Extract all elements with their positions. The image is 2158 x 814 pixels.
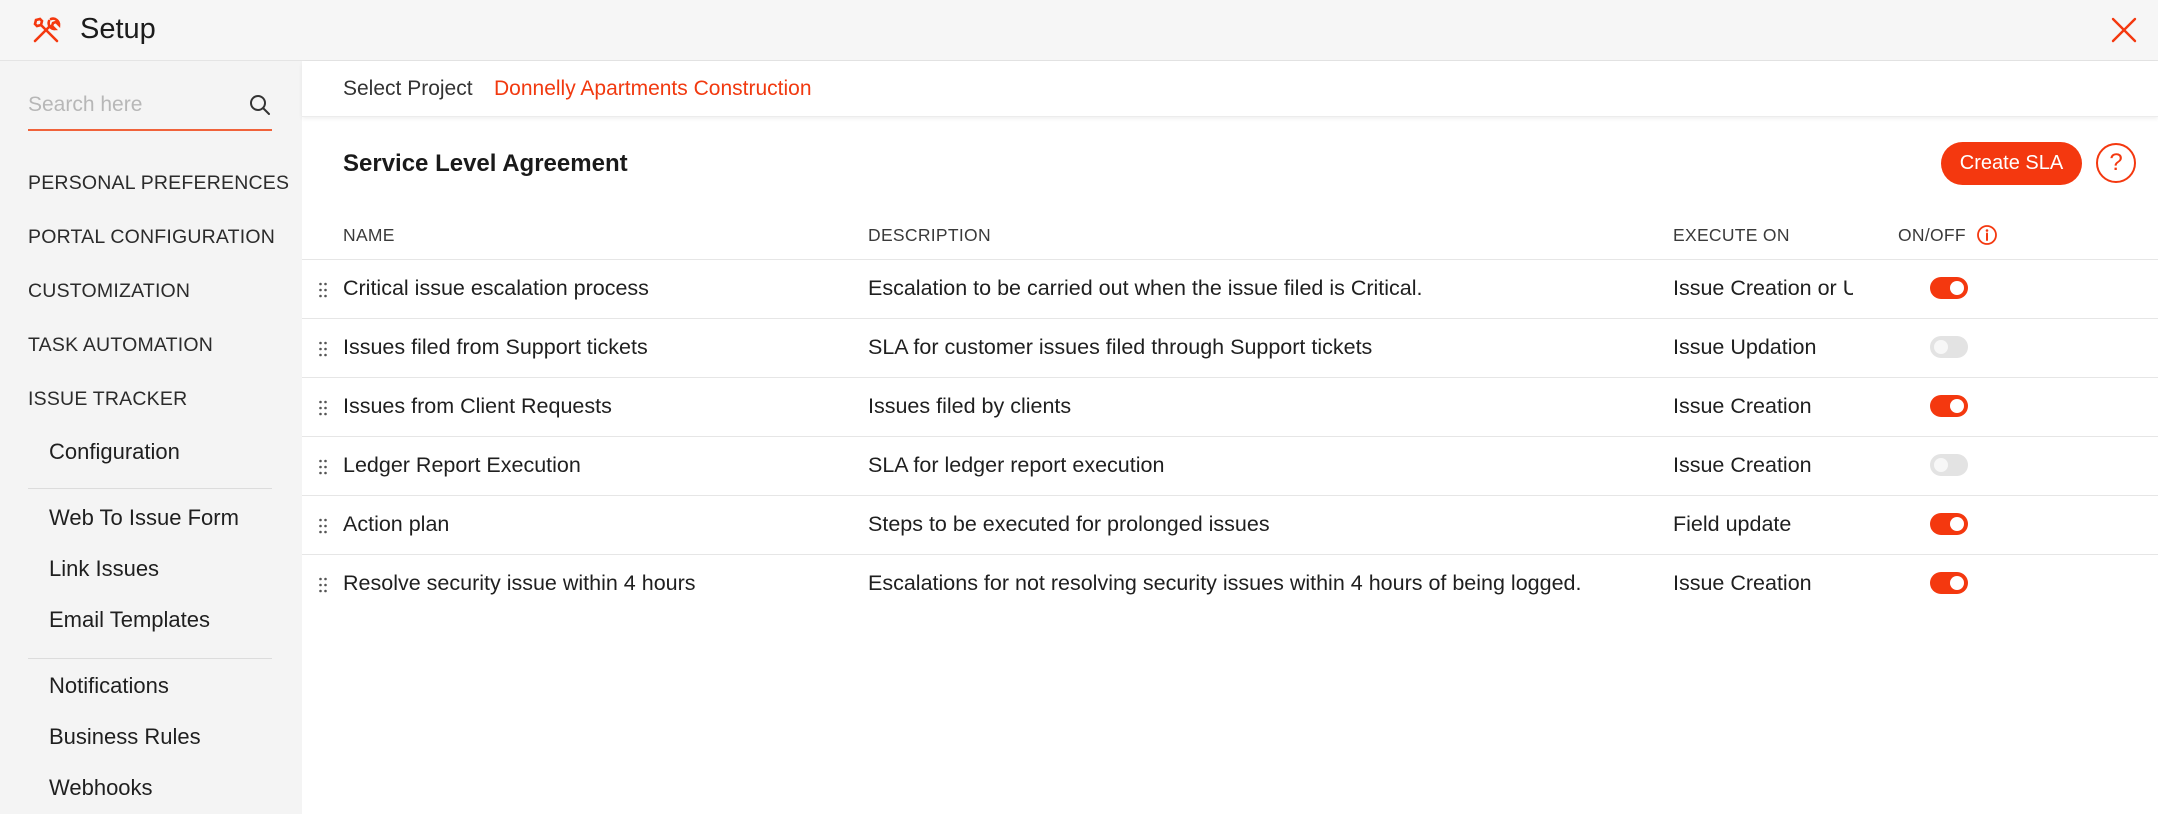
drag-handle-icon[interactable] [318,577,328,593]
toggle-knob [1950,399,1964,413]
toggle-knob [1934,340,1948,354]
sla-name[interactable]: Critical issue escalation process [343,276,649,301]
search-input[interactable] [28,85,238,125]
search-icon[interactable] [248,93,272,117]
sla-description: Escalations for not resolving security i… [868,571,1582,595]
sidebar-section-customization[interactable]: CUSTOMIZATION [28,280,190,303]
sla-name[interactable]: Issues from Client Requests [343,394,612,419]
sidebar-item-email-templates[interactable]: Email Templates [49,607,210,633]
sidebar-item-notifications[interactable]: Notifications [49,673,169,699]
sidebar: PERSONAL PREFERENCES PORTAL CONFIGURATIO… [0,61,302,814]
sla-toggle[interactable] [1930,395,1968,417]
sidebar-search [28,85,272,131]
sla-execute-on: Issue Updation [1673,335,1817,359]
select-project-label: Select Project [343,77,473,100]
sidebar-item-webhooks[interactable]: Webhooks [49,775,153,801]
tools-icon [33,17,61,43]
toggle-knob [1934,458,1948,472]
sidebar-item-configuration[interactable]: Configuration [49,439,180,465]
sla-toggle[interactable] [1930,454,1968,476]
toggle-knob [1950,517,1964,531]
toggle-knob [1950,281,1964,295]
sla-toggle[interactable] [1930,572,1968,594]
sla-description: Issues filed by clients [868,394,1072,418]
drag-handle-icon[interactable] [318,282,328,298]
column-header-name: NAME [343,225,395,245]
sla-description: SLA for ledger report execution [868,453,1165,477]
help-icon[interactable]: ? [2096,143,2136,183]
sidebar-item-business-rules[interactable]: Business Rules [49,724,201,750]
sla-description: SLA for customer issues filed through Su… [868,335,1373,359]
column-header-on-off: ON/OFF [1898,225,1966,245]
sidebar-divider [28,658,272,659]
create-sla-button[interactable]: Create SLA [1941,142,2082,185]
sla-execute-on: Issue Creation [1673,453,1812,477]
toggle-knob [1950,576,1964,590]
drag-handle-icon[interactable] [318,341,328,357]
sidebar-section-personal-preferences[interactable]: PERSONAL PREFERENCES [28,172,289,195]
table-row[interactable]: Ledger Report Execution SLA for ledger re… [302,436,2158,495]
page-title: Service Level Agreement [343,150,628,177]
sla-execute-on: Field update [1673,512,1792,536]
sla-description: Steps to be executed for prolonged issue… [868,512,1270,536]
sla-description: Escalation to be carried out when the is… [868,276,1423,300]
sla-name[interactable]: Issues filed from Support tickets [343,335,648,360]
sidebar-section-issue-tracker[interactable]: ISSUE TRACKER [28,388,187,411]
table-row[interactable]: Critical issue escalation process Escalat… [302,259,2158,318]
table-row[interactable]: Issues filed from Support tickets SLA for… [302,318,2158,377]
table-row[interactable]: Resolve security issue within 4 hours Esc… [302,554,2158,613]
sla-toggle[interactable] [1930,336,1968,358]
sla-execute-on: Issue Creation or Updation [1673,276,1853,300]
drag-handle-icon[interactable] [318,518,328,534]
sidebar-divider [28,488,272,489]
sidebar-item-link-issues[interactable]: Link Issues [49,556,159,582]
table-row[interactable]: Action plan Steps to be executed for prol… [302,495,2158,554]
sla-name[interactable]: Ledger Report Execution [343,453,581,478]
project-selector[interactable]: Donnelly Apartments Construction [494,77,812,101]
sla-name[interactable]: Action plan [343,512,449,537]
sidebar-item-web-to-issue-form[interactable]: Web To Issue Form [49,505,239,531]
info-icon[interactable] [1976,224,1998,246]
sla-toggle[interactable] [1930,513,1968,535]
sidebar-section-task-automation[interactable]: TASK AUTOMATION [28,334,213,357]
sla-execute-on: Issue Creation [1673,394,1812,418]
project-bar: Select Project Donnelly Apartments Const… [302,61,2158,117]
drag-handle-icon[interactable] [318,400,328,416]
app-title: Setup [80,13,156,45]
table-row[interactable]: Issues from Client Requests Issues filed … [302,377,2158,436]
sla-execute-on: Issue Creation [1673,571,1812,595]
sidebar-section-portal-configuration[interactable]: PORTAL CONFIGURATION [28,226,275,249]
drag-handle-icon[interactable] [318,459,328,475]
column-header-description: DESCRIPTION [868,225,991,245]
close-icon[interactable] [2108,14,2140,46]
column-header-execute-on: EXECUTE ON [1673,225,1790,245]
sla-toggle[interactable] [1930,277,1968,299]
sla-name[interactable]: Resolve security issue within 4 hours [343,571,696,596]
top-bar: Setup [0,0,2158,61]
